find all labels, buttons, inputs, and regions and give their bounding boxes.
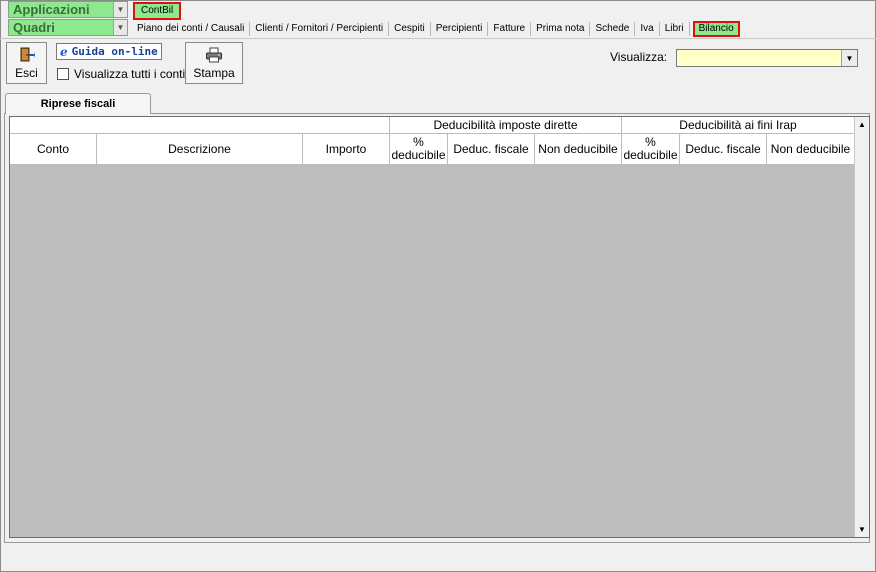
module-clienti-fornitori[interactable]: Clienti / Fornitori / Percipienti: [250, 21, 390, 36]
col-perc-deducibile-irap[interactable]: % deducibile: [622, 134, 680, 165]
visualizza-tutti-label: Visualizza tutti i conti: [74, 67, 186, 81]
guida-label: Guida on-line: [71, 45, 158, 58]
col-deduc-fiscale-irap[interactable]: Deduc. fiscale: [680, 134, 767, 165]
module-iva[interactable]: Iva: [635, 21, 660, 36]
app-contbil-tab[interactable]: ContBil: [133, 2, 181, 20]
col-conto[interactable]: Conto: [10, 134, 97, 165]
separator: [0, 38, 876, 39]
visualizza-select[interactable]: ▼: [676, 49, 858, 67]
col-importo[interactable]: Importo: [303, 134, 390, 165]
header-blank: [10, 117, 390, 134]
chevron-down-icon[interactable]: ▼: [113, 2, 127, 17]
riprese-fiscali-grid[interactable]: Deducibilità imposte dirette Deducibilit…: [9, 116, 870, 538]
chevron-down-icon[interactable]: ▼: [113, 20, 127, 35]
grid-body-empty[interactable]: [10, 165, 855, 537]
quadri-dropdown[interactable]: Quadri ▼: [8, 19, 128, 36]
module-libri[interactable]: Libri: [660, 21, 690, 36]
esci-button[interactable]: Esci: [6, 42, 47, 84]
stampa-button[interactable]: Stampa: [185, 42, 243, 84]
module-fatture[interactable]: Fatture: [488, 21, 532, 36]
col-descrizione[interactable]: Descrizione: [97, 134, 303, 165]
module-piano-dei-conti[interactable]: Piano dei conti / Causali: [132, 21, 251, 36]
group-header-imposte-dirette: Deducibilità imposte dirette: [390, 117, 622, 134]
esci-label: Esci: [15, 65, 38, 80]
exit-door-icon: [20, 47, 35, 61]
module-percipienti[interactable]: Percipienti: [431, 21, 489, 36]
quadri-label: Quadri: [13, 20, 55, 35]
module-cespiti[interactable]: Cespiti: [389, 21, 431, 36]
module-prima-nota[interactable]: Prima nota: [531, 21, 591, 36]
printer-icon: [206, 47, 222, 62]
col-non-deducibile-dirette[interactable]: Non deducibile: [535, 134, 622, 165]
vertical-scrollbar[interactable]: ▲ ▼: [854, 117, 869, 537]
module-menu: Piano dei conti / Causali Clienti / Forn…: [132, 19, 740, 38]
scroll-down-icon[interactable]: ▼: [855, 522, 869, 537]
visualizza-label: Visualizza:: [610, 50, 668, 64]
module-schede[interactable]: Schede: [590, 21, 636, 36]
visualizza-tutti-option[interactable]: Visualizza tutti i conti: [57, 67, 185, 81]
module-bilancio[interactable]: Bilancio: [692, 20, 740, 37]
chevron-down-icon[interactable]: ▼: [841, 50, 857, 66]
applicazioni-dropdown[interactable]: Applicazioni ▼: [8, 1, 128, 18]
internet-explorer-icon: e: [60, 44, 68, 59]
applicazioni-label: Applicazioni: [13, 2, 90, 17]
group-header-irap: Deducibilità ai fini Irap: [622, 117, 855, 134]
col-non-deducibile-irap[interactable]: Non deducibile: [767, 134, 855, 165]
scroll-up-icon[interactable]: ▲: [855, 117, 869, 132]
col-perc-deducibile-dirette[interactable]: % deducibile: [390, 134, 448, 165]
stampa-label: Stampa: [193, 65, 235, 80]
guida-online-button[interactable]: e Guida on-line: [56, 43, 162, 60]
col-deduc-fiscale-dirette[interactable]: Deduc. fiscale: [448, 134, 535, 165]
tab-riprese-fiscali[interactable]: Riprese fiscali: [5, 93, 151, 114]
visualizza-value: [677, 50, 841, 66]
visualizza-tutti-checkbox[interactable]: [57, 68, 69, 80]
